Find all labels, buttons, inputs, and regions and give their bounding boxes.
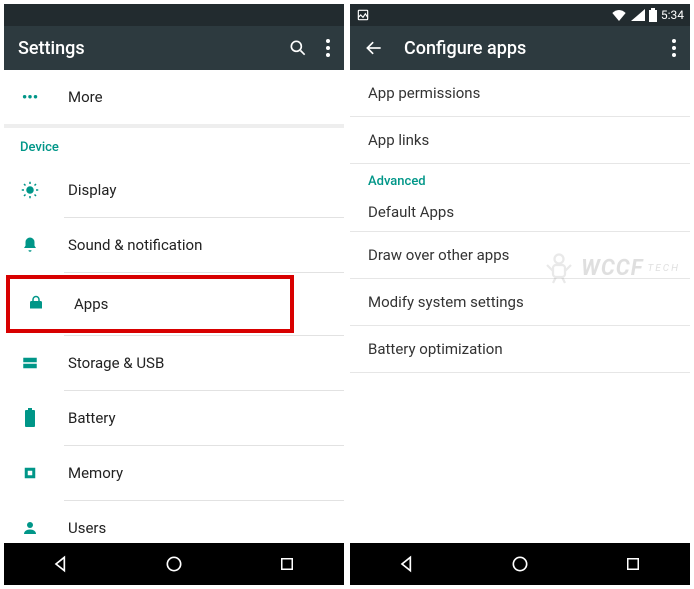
item-label: Storage & USB: [68, 354, 164, 372]
item-app-permissions[interactable]: App permissions: [350, 70, 690, 116]
status-bar: 5:34: [350, 4, 690, 26]
item-draw-over[interactable]: Draw over other apps: [350, 232, 690, 278]
nav-back-icon[interactable]: [41, 554, 81, 574]
divider: [64, 272, 344, 273]
nav-back-icon[interactable]: [387, 554, 427, 574]
apps-icon: [26, 295, 46, 313]
navigation-bar: [4, 543, 344, 585]
item-label: More: [68, 88, 103, 106]
item-battery-opt[interactable]: Battery optimization: [350, 326, 690, 372]
more-options-icon[interactable]: [326, 39, 330, 57]
settings-item-more[interactable]: ••• More: [4, 70, 344, 124]
settings-item-memory[interactable]: Memory: [4, 446, 344, 500]
item-modify-system[interactable]: Modify system settings: [350, 279, 690, 325]
back-arrow-icon[interactable]: [364, 38, 384, 58]
item-label: Sound & notification: [68, 236, 202, 254]
more-options-icon[interactable]: [672, 39, 676, 57]
wifi-icon: [611, 9, 627, 21]
nav-recent-icon[interactable]: [613, 555, 653, 573]
status-bar: [4, 4, 344, 26]
item-label: App permissions: [368, 84, 480, 102]
item-label: Modify system settings: [368, 293, 524, 311]
settings-item-sound[interactable]: Sound & notification: [4, 218, 344, 272]
item-label: Draw over other apps: [368, 246, 509, 264]
more-icon: •••: [20, 88, 40, 106]
item-app-links[interactable]: App links: [350, 117, 690, 163]
navigation-bar: [350, 543, 690, 585]
settings-item-users[interactable]: Users: [4, 501, 344, 543]
item-label: Apps: [74, 295, 108, 313]
battery-icon: [20, 408, 40, 428]
item-label: Default Apps: [368, 203, 454, 221]
settings-list: ••• More Device Display Sound & notifica…: [4, 70, 344, 543]
settings-item-display[interactable]: Display: [4, 163, 344, 217]
configure-apps-screen: 5:34 Configure apps App permissions App …: [350, 4, 690, 585]
page-title: Settings: [18, 38, 268, 59]
memory-icon: [20, 464, 40, 482]
user-icon: [20, 519, 40, 537]
settings-item-battery[interactable]: Battery: [4, 391, 344, 445]
item-label: Display: [68, 181, 116, 199]
search-icon[interactable]: [288, 38, 308, 58]
highlight-apps: Apps: [6, 275, 294, 333]
nav-recent-icon[interactable]: [267, 555, 307, 573]
configure-list: App permissions App links Advanced Defau…: [350, 70, 690, 543]
item-label: Battery optimization: [368, 340, 503, 358]
page-title: Configure apps: [404, 38, 652, 59]
settings-item-apps[interactable]: Apps: [10, 279, 290, 329]
divider: [350, 372, 690, 373]
nav-home-icon[interactable]: [500, 554, 540, 574]
settings-item-storage[interactable]: Storage & USB: [4, 336, 344, 390]
section-header-device: Device: [4, 128, 344, 163]
item-default-apps[interactable]: Default Apps: [350, 193, 690, 231]
item-label: App links: [368, 131, 429, 149]
item-label: Battery: [68, 409, 116, 427]
settings-screen: Settings ••• More Device Display: [4, 4, 344, 585]
display-icon: [20, 181, 40, 199]
app-bar: Settings: [4, 26, 344, 70]
item-label: Users: [68, 519, 106, 537]
section-header-advanced: Advanced: [350, 164, 690, 193]
screenshot-saved-icon: [356, 8, 370, 22]
item-label: Memory: [68, 464, 123, 482]
bell-icon: [20, 236, 40, 254]
storage-icon: [20, 354, 40, 372]
status-battery-icon: [649, 8, 657, 22]
app-bar: Configure apps: [350, 26, 690, 70]
signal-icon: [631, 9, 645, 21]
status-time: 5:34: [661, 8, 684, 22]
nav-home-icon[interactable]: [154, 554, 194, 574]
